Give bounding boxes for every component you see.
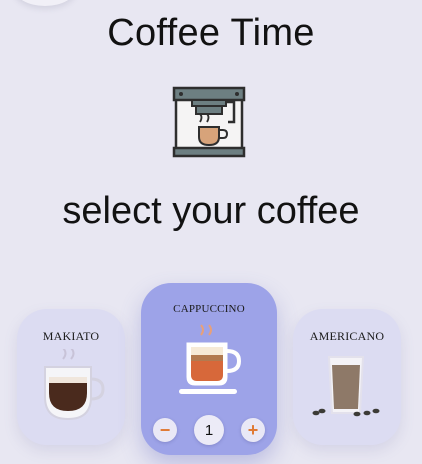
coffee-card-americano[interactable]: AMERICANO: [293, 309, 401, 445]
select-coffee-heading: select your coffee: [62, 190, 360, 232]
increase-quantity-button[interactable]: +: [241, 418, 265, 442]
minus-icon: −: [159, 420, 171, 440]
coffee-name: CAPPUCCINO: [173, 303, 245, 315]
makiato-cup-icon: [44, 349, 105, 421]
coffee-name: AMERICANO: [309, 329, 385, 343]
back-button[interactable]: [14, 0, 76, 6]
quantity-stepper: − 1 +: [153, 415, 265, 445]
coffee-card-cappuccino[interactable]: CAPPUCCINO − 1 +: [141, 283, 277, 455]
americano-glass-icon: [312, 356, 380, 417]
cappuccino-cup-icon: [179, 324, 242, 394]
app-title: Coffee Time: [107, 12, 315, 54]
coffee-machine-icon: [172, 86, 246, 158]
coffee-name: MAKIATO: [42, 329, 100, 343]
plus-icon: +: [247, 420, 259, 440]
quantity-value: 1: [194, 415, 224, 445]
decrease-quantity-button[interactable]: −: [153, 418, 177, 442]
coffee-card-makiato[interactable]: MAKIATO: [17, 309, 125, 445]
